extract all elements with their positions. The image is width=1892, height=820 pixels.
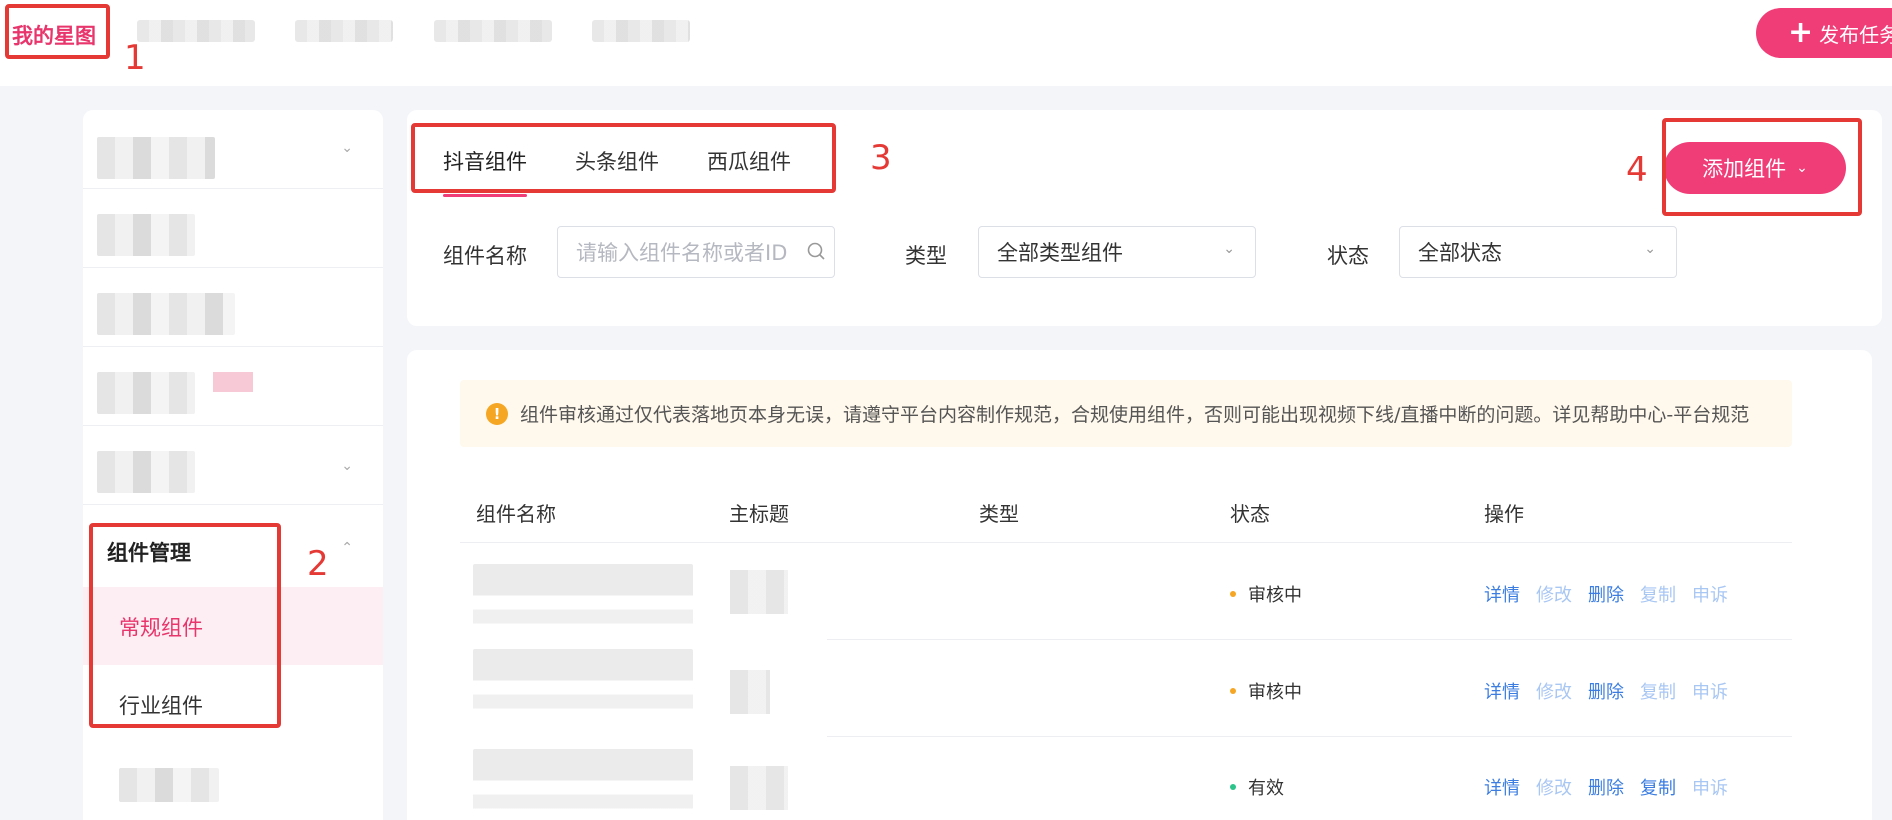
type-select[interactable]: 全部类型组件 ⌄: [978, 226, 1256, 278]
publish-task-button[interactable]: + 发布任务: [1756, 8, 1892, 58]
annotation-number-3: 3: [870, 138, 892, 178]
status-label: 状态: [1327, 244, 1369, 268]
search-placeholder: 请输入组件名称或者ID: [576, 241, 788, 265]
status-text: 审核中: [1248, 682, 1302, 703]
edit-link[interactable]: 修改: [1536, 678, 1572, 704]
sidebar-item-redacted[interactable]: [83, 347, 383, 426]
row-divider: [827, 736, 1792, 737]
redacted-title: [730, 570, 788, 614]
copy-link[interactable]: 复制: [1640, 774, 1676, 800]
redacted-badge: [213, 372, 253, 392]
status-select-value: 全部状态: [1418, 241, 1502, 265]
redacted-label: [97, 214, 195, 256]
status-dot: [1230, 688, 1236, 694]
type-label: 类型: [905, 244, 947, 268]
notice-text: 组件审核通过仅代表落地页本身无误，请遵守平台内容制作规范，合规使用组件，否则可能…: [520, 404, 1750, 426]
table-header-divider: [460, 542, 1792, 543]
annotation-box-4: [1662, 118, 1862, 216]
redacted-label: [97, 293, 235, 335]
redacted-label: [119, 768, 219, 802]
delete-link[interactable]: 删除: [1588, 678, 1624, 704]
nav-item-redacted[interactable]: [592, 20, 690, 42]
chevron-down-icon: ⌄: [1644, 241, 1656, 257]
nav-item-redacted[interactable]: [434, 20, 552, 42]
appeal-link[interactable]: 申诉: [1692, 774, 1728, 800]
redacted-component-name: [473, 749, 693, 819]
component-name-label: 组件名称: [443, 244, 527, 268]
detail-link[interactable]: 详情: [1484, 581, 1520, 607]
status-select[interactable]: 全部状态 ⌄: [1399, 226, 1677, 278]
sidebar-item-redacted[interactable]: [83, 268, 383, 347]
redacted-label: [97, 372, 195, 414]
detail-link[interactable]: 详情: [1484, 678, 1520, 704]
column-header-name: 组件名称: [476, 502, 556, 526]
warning-icon: !: [486, 402, 508, 425]
chevron-down-icon: ⌄: [341, 458, 353, 474]
chevron-down-icon: ⌄: [1223, 241, 1235, 257]
redacted-label: [97, 451, 195, 493]
status-badge: 审核中: [1230, 581, 1302, 607]
type-select-value: 全部类型组件: [997, 241, 1123, 265]
row-actions: 详情 修改 删除 复制 申诉: [1484, 774, 1728, 800]
detail-link[interactable]: 详情: [1484, 774, 1520, 800]
status-badge: 审核中: [1230, 678, 1302, 704]
delete-link[interactable]: 删除: [1588, 581, 1624, 607]
sidebar-item-redacted[interactable]: ⌄: [83, 110, 383, 189]
redacted-title: [730, 766, 788, 810]
delete-link[interactable]: 删除: [1588, 774, 1624, 800]
active-tab-indicator: [443, 194, 527, 197]
row-actions: 详情 修改 删除 复制 申诉: [1484, 678, 1728, 704]
compliance-notice: ! 组件审核通过仅代表落地页本身无误，请遵守平台内容制作规范，合规使用组件，否则…: [460, 380, 1792, 447]
status-badge: 有效: [1230, 774, 1284, 800]
nav-item-redacted[interactable]: [137, 20, 255, 42]
edit-link[interactable]: 修改: [1536, 774, 1572, 800]
status-dot: [1230, 591, 1236, 597]
column-header-type: 类型: [979, 502, 1019, 526]
annotation-number-1: 1: [124, 38, 146, 78]
redacted-component-name: [473, 564, 693, 634]
annotation-number-4: 4: [1626, 150, 1648, 190]
sidebar-item-redacted[interactable]: [83, 189, 383, 268]
column-header-actions: 操作: [1484, 502, 1524, 526]
nav-item-redacted[interactable]: [295, 20, 393, 42]
chevron-up-icon[interactable]: ⌃: [341, 540, 353, 556]
row-actions: 详情 修改 删除 复制 申诉: [1484, 581, 1728, 607]
annotation-number-2: 2: [307, 544, 329, 584]
copy-link[interactable]: 复制: [1640, 581, 1676, 607]
row-divider: [827, 639, 1792, 640]
status-text: 有效: [1248, 778, 1284, 799]
annotation-box-2: [89, 523, 281, 728]
publish-label: 发布任务: [1819, 22, 1892, 47]
top-bar: 我的星图 + 发布任务: [0, 0, 1892, 86]
copy-link[interactable]: 复制: [1640, 678, 1676, 704]
annotation-box-1: [5, 4, 110, 59]
status-text: 审核中: [1248, 585, 1302, 606]
appeal-link[interactable]: 申诉: [1692, 581, 1728, 607]
search-icon[interactable]: [806, 241, 826, 261]
status-dot: [1230, 784, 1236, 790]
annotation-box-3: [411, 123, 836, 193]
column-header-status: 状态: [1230, 502, 1270, 526]
sidebar-item-redacted[interactable]: ⌄: [83, 426, 383, 505]
redacted-title: [730, 670, 770, 714]
component-name-search-input[interactable]: 请输入组件名称或者ID: [557, 226, 835, 278]
redacted-label: [97, 137, 215, 179]
edit-link[interactable]: 修改: [1536, 581, 1572, 607]
chevron-down-icon: ⌄: [341, 140, 353, 156]
column-header-title: 主标题: [729, 502, 789, 526]
plus-icon: +: [1788, 15, 1814, 50]
table-card: ! 组件审核通过仅代表落地页本身无误，请遵守平台内容制作规范，合规使用组件，否则…: [407, 350, 1872, 820]
redacted-component-name: [473, 649, 693, 719]
appeal-link[interactable]: 申诉: [1692, 678, 1728, 704]
